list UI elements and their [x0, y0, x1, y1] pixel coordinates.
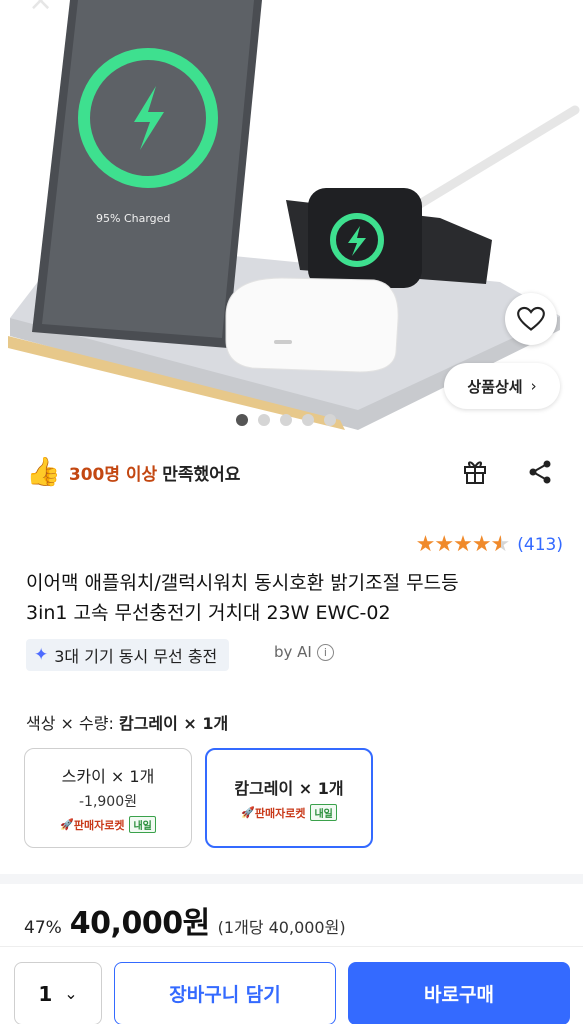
ai-summary-label: 3대 기기 동시 무선 충전 — [54, 647, 218, 666]
star-icon: ★ — [415, 532, 436, 557]
by-ai[interactable]: by AI i — [274, 643, 334, 661]
buy-now-button[interactable]: 바로구매 — [348, 962, 570, 1024]
pager-dot[interactable] — [280, 414, 292, 426]
option-card-sky[interactable]: 스카이 × 1개 -1,900원 🚀 판매자로켓 내일 — [24, 748, 192, 848]
half-star-icon: ★ — [490, 532, 511, 557]
image-pager[interactable] — [236, 414, 336, 426]
close-icon[interactable]: × — [28, 0, 58, 16]
chevron-right-icon: › — [530, 377, 537, 395]
satisfaction-count: 300명 이상 — [68, 464, 158, 485]
option-price-diff: -1,900원 — [78, 794, 137, 810]
by-ai-label: by AI — [274, 643, 312, 661]
pager-dot[interactable] — [258, 414, 270, 426]
wishlist-button[interactable] — [505, 293, 557, 345]
title-line-1: 이어맥 애플워치/갤럭시워치 동시호환 밝기조절 무드등 — [26, 572, 459, 594]
star-icon: ★ — [434, 532, 454, 557]
price-row: 47% 40,000원 (1개당 40,000원) — [24, 898, 346, 942]
option-label: 색상 × 수량: 캄그레이 × 1개 — [26, 710, 228, 734]
heart-icon — [517, 306, 545, 331]
sparkle-icon: ✦ — [34, 645, 49, 665]
add-to-cart-button[interactable]: 장바구니 담기 — [114, 962, 336, 1024]
pager-dot[interactable] — [324, 414, 336, 426]
option-card-calm-gray[interactable]: 캄그레이 × 1개 🚀 판매자로켓 내일 — [205, 748, 373, 848]
star-icon: ★ — [471, 532, 492, 557]
rocket-label: 판매자로켓 — [73, 818, 125, 832]
satisfaction-text: 만족했어요 — [162, 464, 241, 485]
sale-price: 40,000원 — [69, 906, 210, 941]
pager-dot[interactable] — [302, 414, 314, 426]
rating[interactable]: ★ ★ ★ ★ ★ (413) — [416, 532, 563, 557]
quantity-select[interactable]: 1 ⌄ — [14, 962, 102, 1024]
unit-price: (1개당 40,000원) — [217, 918, 346, 937]
review-count[interactable]: (413) — [517, 535, 563, 555]
rocket-icon: 🚀 — [60, 818, 74, 831]
rocket-badge: 🚀 판매자로켓 내일 — [60, 816, 156, 833]
option-name: 스카이 × 1개 — [61, 767, 155, 786]
option-label-prefix: 색상 × 수량: — [26, 714, 114, 733]
delivery-tag: 내일 — [310, 804, 337, 821]
delivery-tag: 내일 — [129, 816, 156, 833]
option-label-value: 캄그레이 × 1개 — [118, 714, 229, 733]
chevron-down-icon: ⌄ — [64, 984, 78, 1003]
product-image-area[interactable]: 95% Charged × 상품상세 › — [0, 0, 583, 432]
option-name: 캄그레이 × 1개 — [234, 779, 344, 798]
ai-summary-badge[interactable]: ✦ 3대 기기 동시 무선 충전 — [26, 639, 230, 671]
info-icon[interactable]: i — [316, 643, 334, 661]
title-line-2: 3in1 고속 무선충전기 거치대 23W EWC-02 — [26, 602, 391, 624]
rocket-label: 판매자로켓 — [254, 806, 306, 820]
rocket-badge: 🚀 판매자로켓 내일 — [241, 804, 337, 821]
pager-dot[interactable] — [236, 414, 248, 426]
section-divider — [0, 874, 583, 884]
discount-rate: 47% — [24, 918, 62, 938]
thumbs-up-icon: 👍 — [26, 455, 61, 488]
rocket-icon: 🚀 — [241, 806, 255, 819]
product-title: 이어맥 애플워치/갤럭시워치 동시호환 밝기조절 무드등 3in1 고속 무선충… — [26, 568, 566, 628]
quantity-value: 1 — [38, 981, 53, 1006]
share-icon[interactable] — [526, 458, 554, 486]
star-icon: ★ — [453, 532, 473, 557]
gift-icon[interactable] — [460, 456, 490, 486]
bottom-action-bar: 1 ⌄ 장바구니 담기 바로구매 — [0, 946, 583, 1024]
phone-screen-text: 95% Charged — [96, 212, 170, 225]
product-detail-button[interactable]: 상품상세 › — [444, 363, 560, 409]
product-detail-label: 상품상세 — [467, 377, 523, 396]
